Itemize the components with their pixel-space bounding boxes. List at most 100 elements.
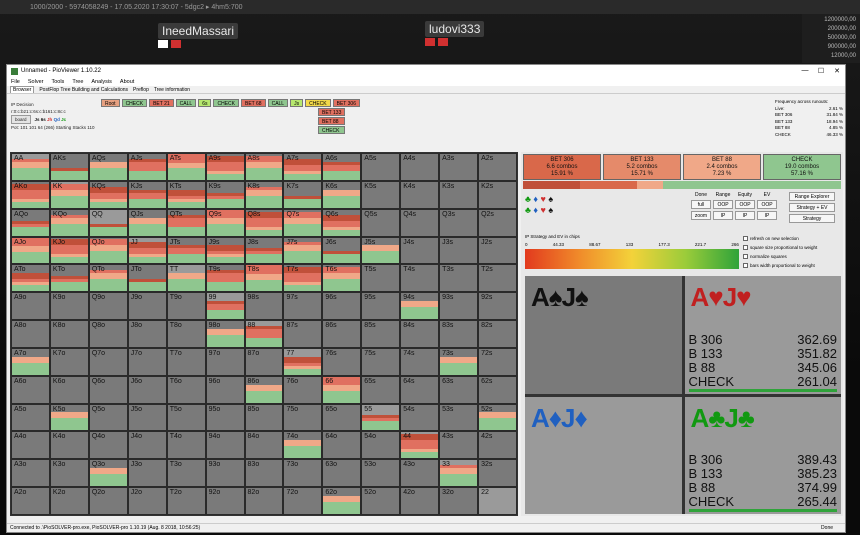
hand-cell[interactable]: Q4s bbox=[400, 208, 440, 237]
suit-icon[interactable]: ♠ bbox=[548, 205, 553, 215]
option-button[interactable]: IP bbox=[713, 211, 733, 220]
hand-cell[interactable]: Q4o bbox=[88, 431, 128, 460]
hand-cell[interactable]: KQs bbox=[88, 180, 128, 209]
option-checkbox[interactable]: normalize squares bbox=[743, 252, 817, 261]
hand-cell[interactable]: TT bbox=[166, 264, 206, 293]
hand-cell[interactable]: Q2s bbox=[478, 208, 517, 237]
hand-cell[interactable]: KJo bbox=[49, 236, 89, 265]
hand-cell[interactable]: T2s bbox=[478, 264, 517, 293]
tree-node[interactable]: 6s bbox=[198, 99, 212, 107]
hand-cell[interactable]: Q9o bbox=[88, 292, 128, 321]
hand-cell[interactable]: 53s bbox=[439, 403, 479, 432]
hand-cell[interactable]: K5s bbox=[361, 180, 401, 209]
hand-cell[interactable]: K8o bbox=[49, 320, 89, 348]
hand-cell[interactable]: T5o bbox=[166, 403, 206, 432]
hand-cell[interactable]: 95o bbox=[205, 403, 245, 432]
hand-cell[interactable]: 98s bbox=[244, 292, 284, 321]
hand-cell[interactable]: Q3s bbox=[439, 208, 479, 237]
hand-cell[interactable]: K4s bbox=[400, 180, 440, 209]
hand-cell[interactable]: K9o bbox=[49, 292, 89, 321]
action-bet-133[interactable]: BET 133 5.2 combos 15.71 % bbox=[603, 154, 681, 180]
hand-cell[interactable]: 98o bbox=[205, 320, 245, 348]
mode-button[interactable]: Range Explorer bbox=[789, 192, 835, 201]
hand-cell[interactable]: J8o bbox=[127, 320, 167, 348]
hand-cell[interactable]: T7o bbox=[166, 347, 206, 376]
tab-2[interactable]: Preflop bbox=[133, 87, 149, 93]
hand-cell[interactable]: A2s bbox=[478, 153, 517, 181]
hand-cell[interactable]: A4s bbox=[400, 153, 440, 181]
hand-cell[interactable]: 93o bbox=[205, 459, 245, 488]
minimize-button[interactable]: — bbox=[797, 67, 813, 75]
hand-cell[interactable]: 77 bbox=[283, 347, 323, 376]
hand-cell[interactable]: 82o bbox=[244, 487, 284, 515]
hand-cell[interactable]: KJs bbox=[127, 180, 167, 209]
hand-cell[interactable]: 73s bbox=[439, 347, 479, 376]
hand-cell[interactable]: 74o bbox=[283, 431, 323, 460]
tree-node[interactable]: BET 306 bbox=[332, 99, 360, 107]
hand-cell[interactable]: KTo bbox=[49, 264, 89, 293]
option-button[interactable]: zoom bbox=[691, 211, 711, 220]
hand-cell[interactable]: 52s bbox=[478, 403, 517, 432]
hand-cell[interactable]: T9o bbox=[166, 292, 206, 321]
hand-cell[interactable]: J5o bbox=[127, 403, 167, 432]
option-button[interactable]: OOP bbox=[757, 200, 777, 209]
hand-cell[interactable]: A5s bbox=[361, 153, 401, 181]
hand-cell[interactable]: K6s bbox=[322, 180, 362, 209]
menu-tree[interactable]: Tree bbox=[72, 79, 83, 85]
hand-cell[interactable]: T4o bbox=[166, 431, 206, 460]
hand-cell[interactable]: 85s bbox=[361, 320, 401, 348]
combo-card[interactable]: A♥J♥ B 306 362.69 B 133 351.82 B 88 345.06 CHEC… bbox=[684, 276, 841, 394]
hand-cell[interactable]: 83o bbox=[244, 459, 284, 488]
hand-cell[interactable]: AKs bbox=[49, 153, 89, 181]
hand-cell[interactable]: 54o bbox=[361, 431, 401, 460]
hand-cell[interactable]: 42o bbox=[400, 487, 440, 515]
tree-node[interactable]: BET 21 bbox=[149, 99, 174, 107]
hand-cell[interactable]: Q9s bbox=[205, 208, 245, 237]
hand-cell[interactable]: 64o bbox=[322, 431, 362, 460]
option-button[interactable]: OOP bbox=[735, 200, 755, 209]
maximize-button[interactable]: ☐ bbox=[813, 67, 829, 75]
hand-cell[interactable]: T9s bbox=[205, 264, 245, 293]
hand-cell[interactable]: QQ bbox=[88, 208, 128, 237]
tab-1[interactable]: PostFlop Tree Building and Calculations bbox=[39, 87, 128, 93]
hand-cell[interactable]: Q2o bbox=[88, 487, 128, 515]
checkbox-box[interactable] bbox=[743, 263, 748, 269]
hand-cell[interactable]: 87o bbox=[244, 347, 284, 376]
mode-button[interactable]: Strategy + EV bbox=[789, 203, 835, 212]
hand-cell[interactable]: JTs bbox=[166, 236, 206, 265]
hand-cell[interactable]: J8s bbox=[244, 236, 284, 265]
option-checkbox[interactable]: refresh on new selection bbox=[743, 234, 817, 243]
hand-cell[interactable]: 87s bbox=[283, 320, 323, 348]
hand-cell[interactable]: 43o bbox=[400, 459, 440, 488]
action-bet-88[interactable]: BET 88 2.4 combos 7.23 % bbox=[683, 154, 761, 180]
hand-cell[interactable]: 76s bbox=[322, 347, 362, 376]
hand-cell[interactable]: K3o bbox=[49, 459, 89, 488]
checkbox-box[interactable] bbox=[743, 245, 748, 251]
hand-cell[interactable]: T7s bbox=[283, 264, 323, 293]
hand-cell[interactable]: J3o bbox=[127, 459, 167, 488]
hand-cell[interactable]: 92s bbox=[478, 292, 517, 321]
hand-cell[interactable]: 75o bbox=[283, 403, 323, 432]
hand-cell[interactable]: Q7o bbox=[88, 347, 128, 376]
hand-cell[interactable]: 99 bbox=[205, 292, 245, 321]
hand-cell[interactable]: 62s bbox=[478, 375, 517, 404]
hand-cell[interactable]: J3s bbox=[439, 236, 479, 265]
hand-cell[interactable]: K3s bbox=[439, 180, 479, 209]
hand-cell[interactable]: Q3o bbox=[88, 459, 128, 488]
hand-cell[interactable]: T3o bbox=[166, 459, 206, 488]
tree-node[interactable]: CHECK bbox=[121, 99, 148, 107]
tree-node[interactable]: CHECK bbox=[213, 99, 239, 107]
hand-cell[interactable]: 97s bbox=[283, 292, 323, 321]
hand-cell[interactable]: J2s bbox=[478, 236, 517, 265]
tree-node[interactable]: Js bbox=[290, 99, 304, 107]
hand-cell[interactable]: 88 bbox=[244, 320, 284, 348]
hand-cell[interactable]: Q8o bbox=[88, 320, 128, 348]
hand-cell[interactable]: J4o bbox=[127, 431, 167, 460]
hand-cell[interactable]: QJs bbox=[127, 208, 167, 237]
hand-cell[interactable]: J9o bbox=[127, 292, 167, 321]
hand-cell[interactable]: 53o bbox=[361, 459, 401, 488]
hand-cell[interactable]: AQo bbox=[11, 208, 50, 237]
hand-cell[interactable]: 32o bbox=[439, 487, 479, 515]
hand-cell[interactable]: K4o bbox=[49, 431, 89, 460]
hand-cell[interactable]: 52o bbox=[361, 487, 401, 515]
